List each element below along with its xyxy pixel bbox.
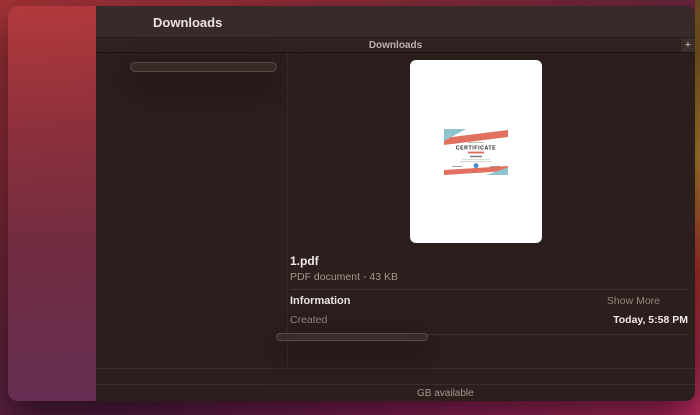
minimize-button[interactable] — [40, 19, 52, 31]
certificate-thumbnail: CERTIFICATE — [444, 128, 508, 175]
desktop: Downloads Downloads + CERTIFICATE 1.pdf … — [0, 0, 700, 415]
column-header-title: Downloads — [368, 39, 423, 51]
back-button[interactable] — [108, 16, 121, 29]
status-text: GB available — [417, 388, 474, 399]
divider — [290, 289, 688, 290]
close-button[interactable] — [20, 19, 32, 31]
status-bar: GB available — [96, 384, 695, 401]
svg-text:CERTIFICATE: CERTIFICATE — [456, 145, 497, 151]
file-info: 1.pdf PDF document - 43 KB Information S… — [290, 254, 688, 340]
column-header: Downloads + — [96, 38, 695, 53]
sidebar — [8, 6, 96, 401]
services-submenu — [276, 333, 428, 341]
preview-file-name: 1.pdf — [290, 254, 319, 268]
context-menu — [130, 62, 277, 72]
information-label: Information — [290, 295, 351, 307]
toolbar: Downloads — [96, 6, 695, 38]
path-bar — [96, 368, 695, 384]
show-more-link[interactable]: Show More — [607, 295, 688, 307]
created-label: Created — [290, 314, 328, 326]
forward-button[interactable] — [134, 16, 147, 29]
created-value: Today, 5:58 PM — [613, 314, 688, 326]
add-button[interactable]: + — [680, 38, 695, 52]
finder-window: Downloads Downloads + CERTIFICATE 1.pdf … — [8, 6, 695, 401]
file-list-column — [96, 53, 288, 368]
content-area: CERTIFICATE 1.pdf PDF document - 43 KB I… — [96, 53, 695, 368]
window-title: Downloads — [153, 14, 223, 30]
preview-file-kind: PDF document - 43 KB — [290, 271, 398, 283]
zoom-button[interactable] — [60, 19, 72, 31]
wallpaper-edge — [695, 0, 700, 415]
pdf-preview-page: CERTIFICATE — [410, 60, 542, 243]
window-controls — [20, 19, 72, 31]
nav-buttons — [108, 6, 147, 38]
preview-pane: CERTIFICATE 1.pdf PDF document - 43 KB I… — [288, 53, 695, 368]
